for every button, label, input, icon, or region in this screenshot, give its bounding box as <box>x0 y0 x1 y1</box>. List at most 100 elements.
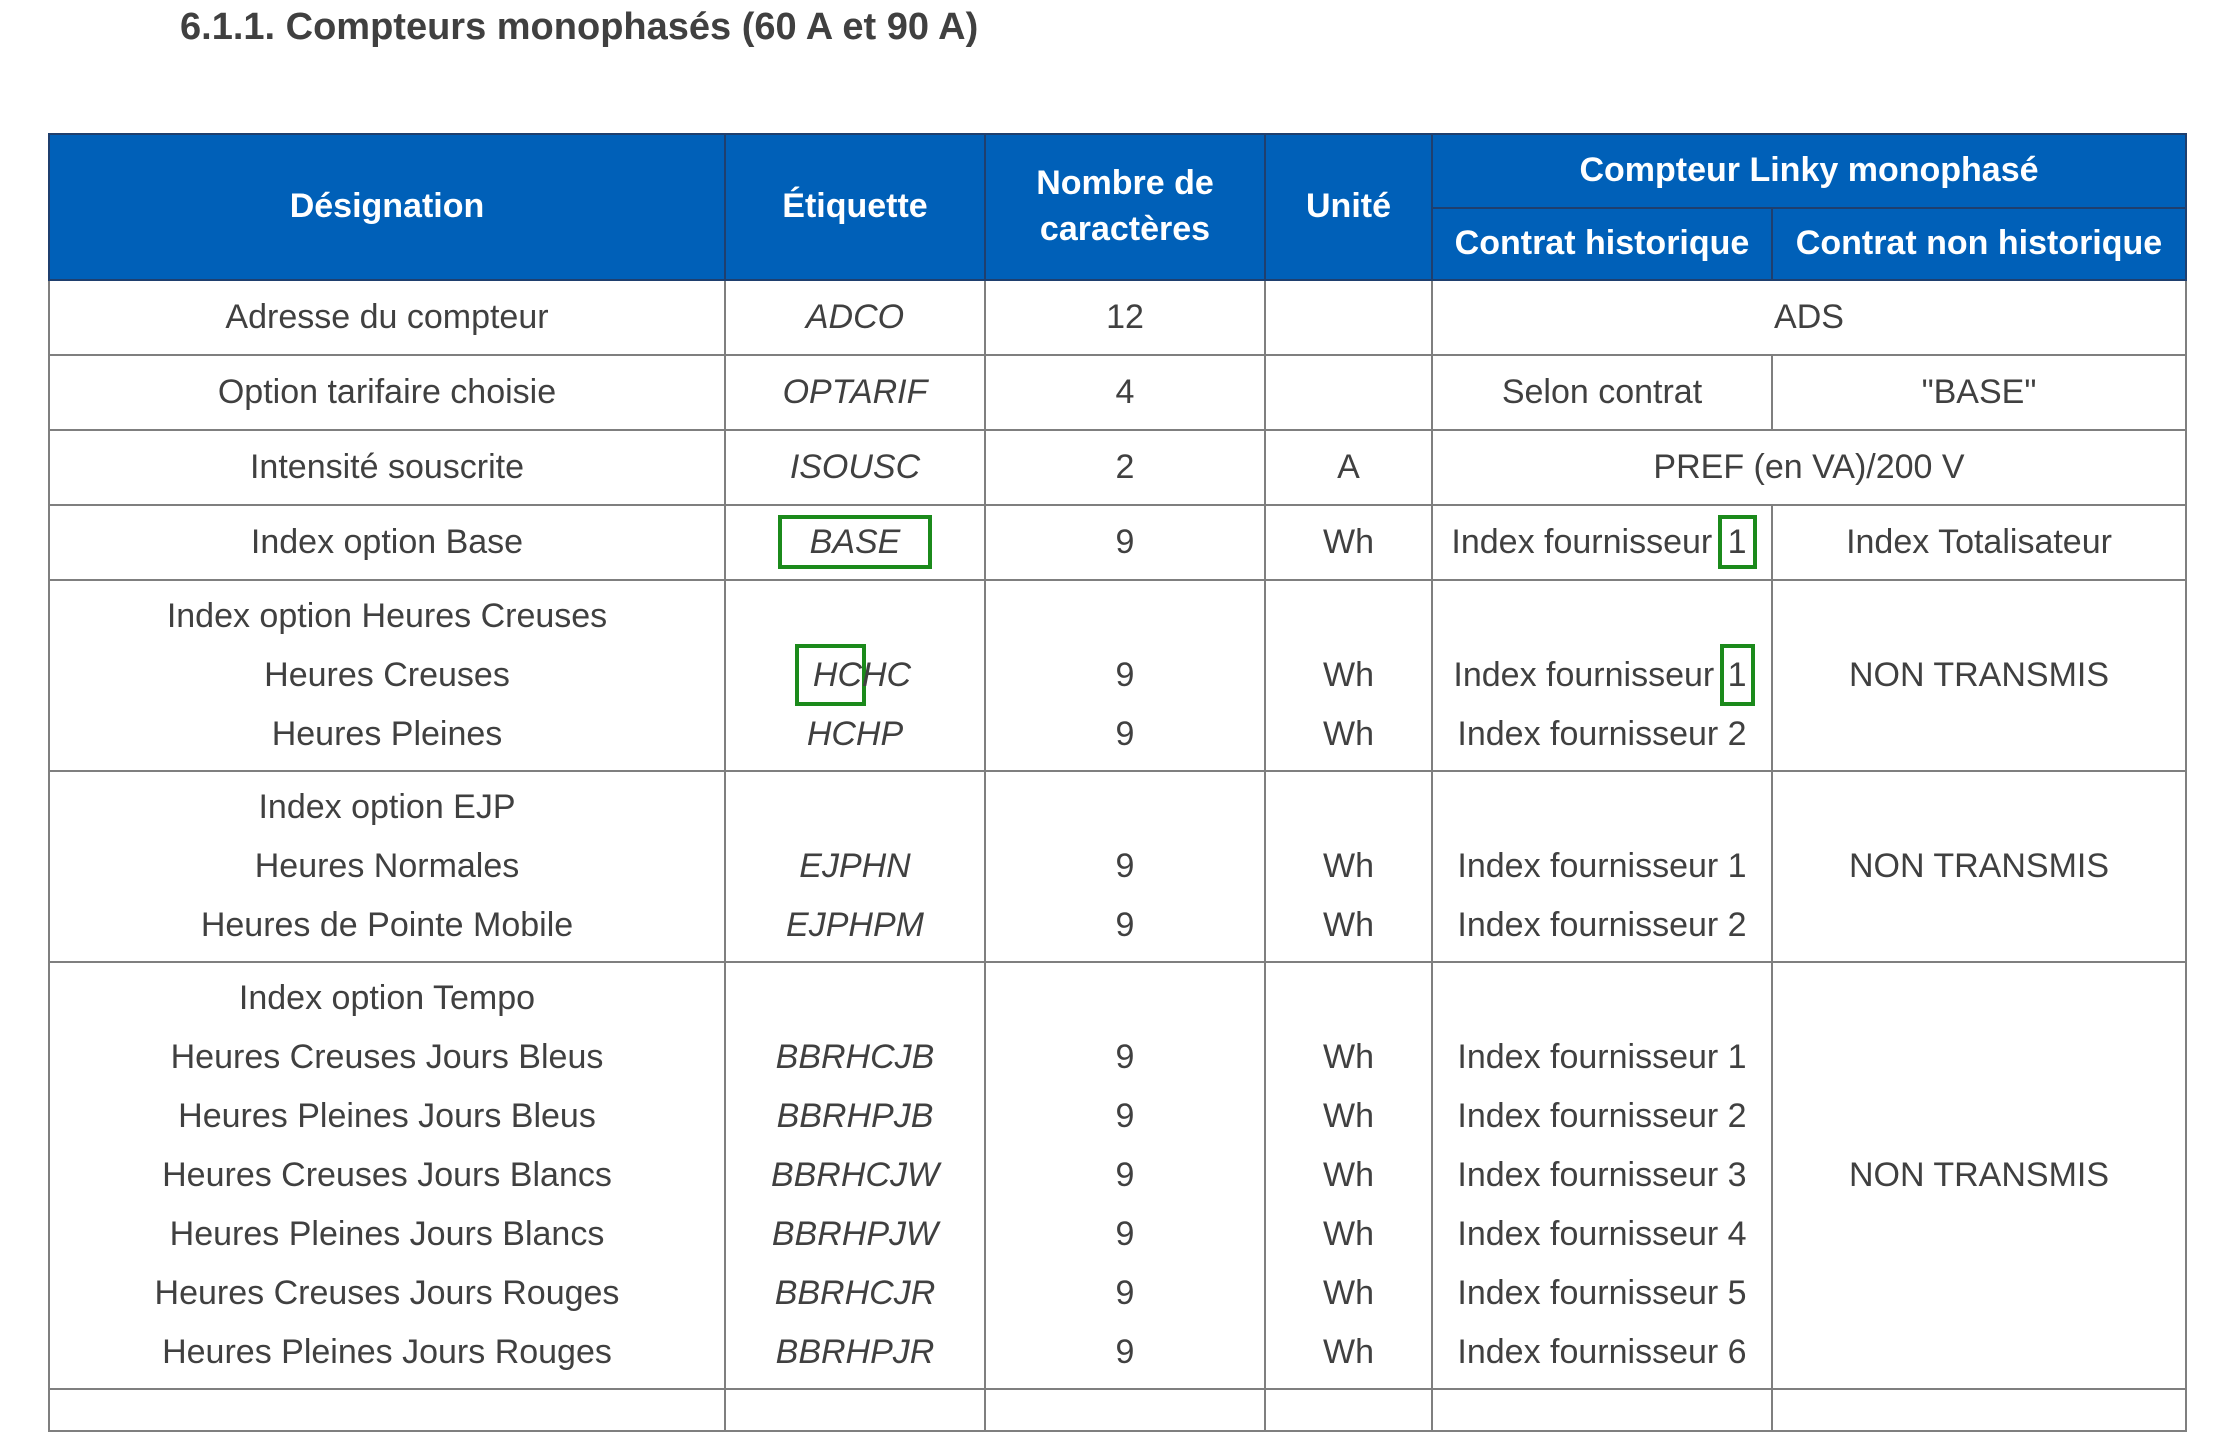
group-line-historique: Index fournisseur 1 <box>1457 1038 1747 1076</box>
cell-etiquette: BASE <box>724 504 986 581</box>
group-line-unite: Wh <box>1323 1333 1374 1371</box>
header-designation: Désignation <box>48 133 726 281</box>
group-line-nombre: 9 <box>1115 1274 1135 1312</box>
cell-nombre: 99 <box>984 770 1266 963</box>
table-row: Index option Base BASE 9 Wh Index fournisseu… <box>48 504 2187 581</box>
group-line-historique: Index fournisseur 3 <box>1457 1156 1747 1194</box>
cell-unite <box>1264 354 1433 431</box>
highlighted-index: 1 <box>1719 644 1755 706</box>
group-line-etiquette: BBRHCJR <box>774 1274 936 1312</box>
group-line-nombre: 9 <box>1115 906 1135 944</box>
group-line-historique: Index fournisseur 2 <box>1457 906 1747 944</box>
cell-designation: Option tarifaire choisie <box>48 354 726 431</box>
header-unite: Unité <box>1264 133 1433 281</box>
group-line-designation: Heures de Pointe Mobile <box>200 906 574 944</box>
cell-designation: Index option Heures Creuses Heures Creuse… <box>48 579 726 772</box>
cell-designation: Index option EJP Heures Normales Heures de… <box>48 770 726 963</box>
section-heading: 6.1.1. Compteurs monophasés (60 A et 90 … <box>180 6 979 48</box>
header-nombre: Nombre de caractères <box>984 133 1266 281</box>
cell-unite <box>1264 279 1433 356</box>
header-contrat-non-historique: Contrat non historique <box>1771 207 2187 281</box>
group-line-historique: Index fournisseur 2 <box>1457 1097 1747 1135</box>
group-line-designation: Heures Pleines Jours Rouges <box>162 1333 612 1371</box>
cell-designation: Index option Tempo Heures Creuses Jours B… <box>48 961 726 1390</box>
group-line-etiquette: BBRHPJW <box>771 1215 939 1253</box>
cell-historique: Index fournisseur 1 Index fournisseur 2 <box>1431 770 1773 963</box>
table-row: Intensité souscrite ISOUSC 2 A PREF (en VA)/… <box>48 429 2187 506</box>
group-line-historique: Index fournisseur 1 <box>1457 847 1747 885</box>
etiquette-label: ADCO <box>805 298 905 336</box>
historique-text: Index fournisseur <box>1451 523 1722 561</box>
group-line-nombre: 9 <box>1115 1038 1135 1076</box>
linky-monophase-table: Désignation Étiquette Nombre de caractèr… <box>48 133 2187 1432</box>
cell-unite: Wh Wh <box>1264 579 1433 772</box>
etiquette-rest: HC <box>862 656 912 694</box>
cell-historique: Index fournisseur 1 Index fournisseur 2 In… <box>1431 961 1773 1390</box>
group-line-nombre: 9 <box>1115 1097 1135 1135</box>
header-etiquette: Étiquette <box>724 133 986 281</box>
group-line-unite: Wh <box>1323 906 1374 944</box>
group-line-historique: Index fournisseur 5 <box>1457 1274 1747 1312</box>
group-line-nombre: 9 <box>1115 1156 1135 1194</box>
group-line-etiquette: HCHP <box>806 715 904 753</box>
etiquette-label: ISOUSC <box>789 448 921 486</box>
group-line-designation: Heures Creuses Jours Rouges <box>154 1274 620 1312</box>
empty-cell <box>724 1388 986 1432</box>
group-line-etiquette: EJPHPM <box>786 906 924 944</box>
group-line-historique: Index fournisseur 2 <box>1457 715 1747 753</box>
group-line-unite: Wh <box>1323 656 1374 694</box>
table-row-group: Index option EJP Heures Normales Heures de… <box>48 770 2187 963</box>
group-line-unite: Wh <box>1323 847 1374 885</box>
group-line-designation: Heures Normales <box>254 847 520 885</box>
historique-text: Index fournisseur <box>1453 656 1724 694</box>
group-line-designation: Heures Creuses Jours Bleus <box>170 1038 604 1076</box>
group-line-etiquette: BBRHCJW <box>770 1156 940 1194</box>
group-line-nombre: 9 <box>1115 1333 1135 1371</box>
cell-nombre: 99 <box>984 579 1266 772</box>
cell-unite: Wh Wh Wh Wh Wh Wh <box>1264 961 1433 1390</box>
group-line-designation: Heures Pleines <box>271 715 503 753</box>
empty-cell <box>1771 1388 2187 1432</box>
group-line-designation: Heures Pleines Jours Bleus <box>178 1097 596 1135</box>
group-line-historique: Index fournisseur 6 <box>1457 1333 1747 1371</box>
header-contrat-historique: Contrat historique <box>1431 207 1773 281</box>
empty-cell <box>984 1388 1266 1432</box>
group-line-designation: Heures Creuses <box>264 656 510 694</box>
group-line-etiquette: HCHC <box>726 644 984 706</box>
group-line-nombre: 9 <box>1115 1215 1135 1253</box>
table-row-group: Index option Heures Creuses Heures Creuse… <box>48 579 2187 772</box>
group-line-nombre: 9 <box>1115 847 1135 885</box>
cell-unite: Wh Wh <box>1264 770 1433 963</box>
cell-unite: Wh <box>1264 504 1433 581</box>
group-line-designation: Heures Creuses Jours Blancs <box>162 1156 612 1194</box>
cell-etiquette: BBRHCJB BBRHPJB BBRHCJW BBRHPJW BBRHCJR BBRHP… <box>724 961 986 1390</box>
group-line-etiquette: BBRHCJB <box>775 1038 935 1076</box>
cell-unite: A <box>1264 429 1433 506</box>
cell-non-historique: "BASE" <box>1771 354 2187 431</box>
cell-linky-merged: ADS <box>1431 279 2187 356</box>
cell-etiquette: EJPHN EJPHPM <box>724 770 986 963</box>
group-line-nombre: 9 <box>1115 715 1135 753</box>
cell-nombre: 9 9 9 9 9 9 <box>984 961 1266 1390</box>
group-line-designation: Heures Pleines Jours Blancs <box>169 1215 605 1253</box>
cell-nombre: 12 <box>984 279 1266 356</box>
empty-cell <box>48 1388 726 1432</box>
table-row: Adresse du compteur ADCO 12 ADS <box>48 279 2187 356</box>
cell-designation: Intensité souscrite <box>48 429 726 506</box>
cell-etiquette: OPTARIF <box>724 354 986 431</box>
group-line-unite: Wh <box>1323 1038 1374 1076</box>
etiquette-label: BASE <box>777 515 933 569</box>
empty-cell <box>1264 1388 1433 1432</box>
group-line-historique: Index fournisseur 1 <box>1433 644 1771 706</box>
cell-non-historique: Index Totalisateur <box>1771 504 2187 581</box>
group-line-etiquette: BBRHPJR <box>775 1333 935 1371</box>
group-line-etiquette: EJPHN <box>799 847 911 885</box>
cell-etiquette: HCHC HCHP <box>724 579 986 772</box>
